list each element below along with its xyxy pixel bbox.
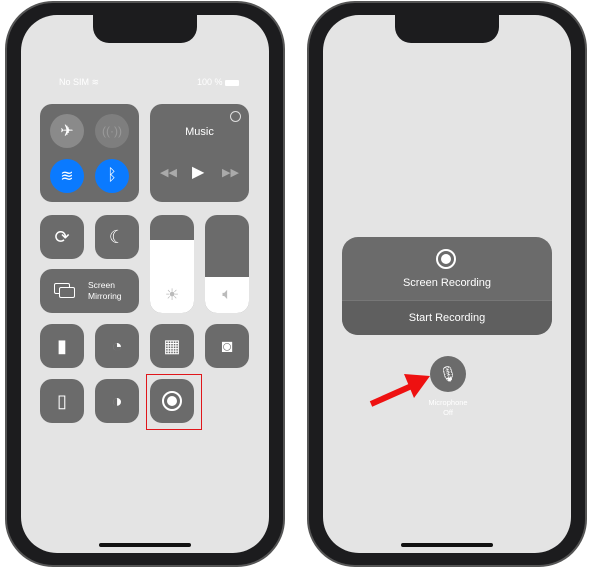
red-arrow [369, 374, 430, 407]
